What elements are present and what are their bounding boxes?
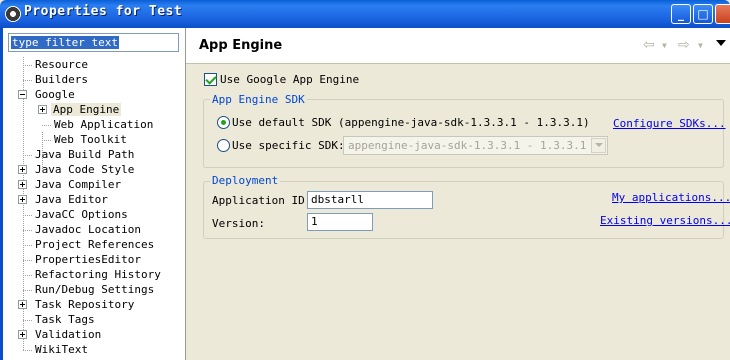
tree-item-label: Task Repository (35, 298, 135, 311)
tree-item-label: Refactoring History (35, 268, 161, 281)
tree-item-java-editor[interactable]: Java Editor (18, 192, 110, 207)
tree-item-label: WikiText (35, 343, 88, 356)
forward-arrow-icon[interactable]: ⇨ (678, 37, 690, 53)
forward-history-dropdown-icon[interactable]: ▼ (698, 41, 703, 50)
configure-sdks-link[interactable]: Configure SDKs... (613, 117, 726, 131)
tree-item-label: Web Application (54, 118, 154, 131)
specific-sdk-value: appengine-java-sdk-1.3.3.1 - 1.3.3.1 (348, 139, 587, 152)
tree-item-javadoc-location[interactable]: Javadoc Location (23, 222, 143, 237)
app-icon (5, 6, 21, 22)
tree-item-label: Javadoc Location (35, 223, 141, 236)
expand-icon[interactable] (18, 330, 27, 339)
tree-item-label: Resource (35, 58, 88, 71)
tree-item-label: JavaCC Options (35, 208, 128, 221)
tree-item-task-repository[interactable]: Task Repository (18, 297, 136, 312)
my-applications-link[interactable]: My applications... (612, 191, 730, 205)
tree-item-wikitext[interactable]: WikiText (23, 342, 90, 357)
tree-item-label: Validation (35, 328, 102, 341)
tree-item-java-compiler[interactable]: Java Compiler (18, 177, 123, 192)
application-id-label: Application ID: (212, 194, 312, 207)
tree-item-google[interactable]: Google (18, 87, 77, 102)
expand-icon[interactable] (38, 105, 47, 114)
existing-versions-link[interactable]: Existing versions... (600, 214, 730, 228)
deployment-legend: Deployment (210, 174, 281, 187)
tree-item-label: App Engine (51, 103, 122, 116)
tree-item-javacc-options[interactable]: JavaCC Options (23, 207, 130, 222)
tree-item-label: Java Code Style (35, 163, 135, 176)
tree-item-label: Web Toolkit (54, 133, 127, 146)
tree-item-label: Run/Debug Settings (35, 283, 155, 296)
tree-item-builders[interactable]: Builders (23, 72, 90, 87)
use-specific-sdk-radio[interactable] (217, 139, 230, 152)
tree-item-label: Google (35, 88, 75, 101)
specific-sdk-select[interactable]: appengine-java-sdk-1.3.3.1 - 1.3.3.1 (343, 136, 608, 155)
tree-item-project-references[interactable]: Project References (23, 237, 156, 252)
preferences-tree-panel: type filter text Resource Builders Googl… (0, 28, 186, 360)
back-arrow-icon[interactable]: ⇦ (643, 37, 655, 53)
tree-item-properties-editor[interactable]: PropertiesEditor (23, 252, 143, 267)
use-default-sdk-label: Use default SDK (appengine-java-sdk-1.3.… (232, 116, 590, 129)
tree-item-label: Project References (35, 238, 155, 251)
tree-item-label: Java Editor (35, 193, 108, 206)
tree-item-validation[interactable]: Validation (18, 327, 103, 342)
filter-text: type filter text (11, 36, 119, 49)
use-specific-sdk-label: Use specific SDK: (232, 139, 345, 152)
tree-item-app-engine[interactable]: App Engine (38, 102, 122, 117)
view-menu-icon[interactable] (716, 40, 726, 46)
expand-icon[interactable] (18, 195, 27, 204)
tree-item-web-application[interactable]: Web Application (42, 117, 155, 132)
tree-item-label: PropertiesEditor (35, 253, 141, 266)
app-engine-sdk-group (203, 99, 724, 168)
window-title: Properties for Test (24, 4, 183, 19)
tree-item-label: Task Tags (35, 313, 95, 326)
expand-icon[interactable] (18, 300, 27, 309)
page-title: App Engine (199, 38, 283, 53)
use-google-app-engine-label: Use Google App Engine (220, 73, 360, 86)
title-bar: Properties for Test _ □ (0, 0, 730, 28)
tree-item-java-code-style[interactable]: Java Code Style (18, 162, 136, 177)
collapse-icon[interactable] (18, 90, 27, 99)
property-page: App Engine ⇦ ▼ ⇨ ▼ Use Google App Engine… (186, 28, 730, 360)
expand-icon[interactable] (18, 165, 27, 174)
maximize-button[interactable]: □ (693, 4, 713, 24)
tree-item-web-toolkit[interactable]: Web Toolkit (42, 132, 129, 147)
version-field[interactable]: 1 (307, 213, 373, 231)
use-default-sdk-radio[interactable] (217, 116, 230, 129)
tree-item-task-tags[interactable]: Task Tags (23, 312, 97, 327)
expand-icon[interactable] (18, 180, 27, 189)
tree-item-run-debug-settings[interactable]: Run/Debug Settings (23, 282, 156, 297)
tree-item-java-build-path[interactable]: Java Build Path (23, 147, 136, 162)
tree-item-refactoring-history[interactable]: Refactoring History (23, 267, 163, 282)
back-history-dropdown-icon[interactable]: ▼ (662, 41, 667, 50)
app-engine-sdk-legend: App Engine SDK (210, 93, 307, 106)
close-button[interactable] (715, 4, 730, 24)
deployment-group (203, 181, 724, 239)
page-header: App Engine ⇦ ▼ ⇨ ▼ (186, 28, 730, 64)
use-google-app-engine-checkbox[interactable] (204, 73, 217, 86)
chevron-down-icon[interactable] (591, 138, 606, 153)
filter-input[interactable]: type filter text (8, 33, 179, 52)
tree-item-label: Java Compiler (35, 178, 122, 191)
minimize-button[interactable]: _ (671, 4, 691, 24)
tree-item-label: Java Build Path (35, 148, 135, 161)
version-label: Version: (212, 217, 265, 230)
application-id-field[interactable]: dbstarll (307, 191, 433, 209)
tree-item-label: Builders (35, 73, 88, 86)
tree-item-resource[interactable]: Resource (23, 57, 90, 72)
